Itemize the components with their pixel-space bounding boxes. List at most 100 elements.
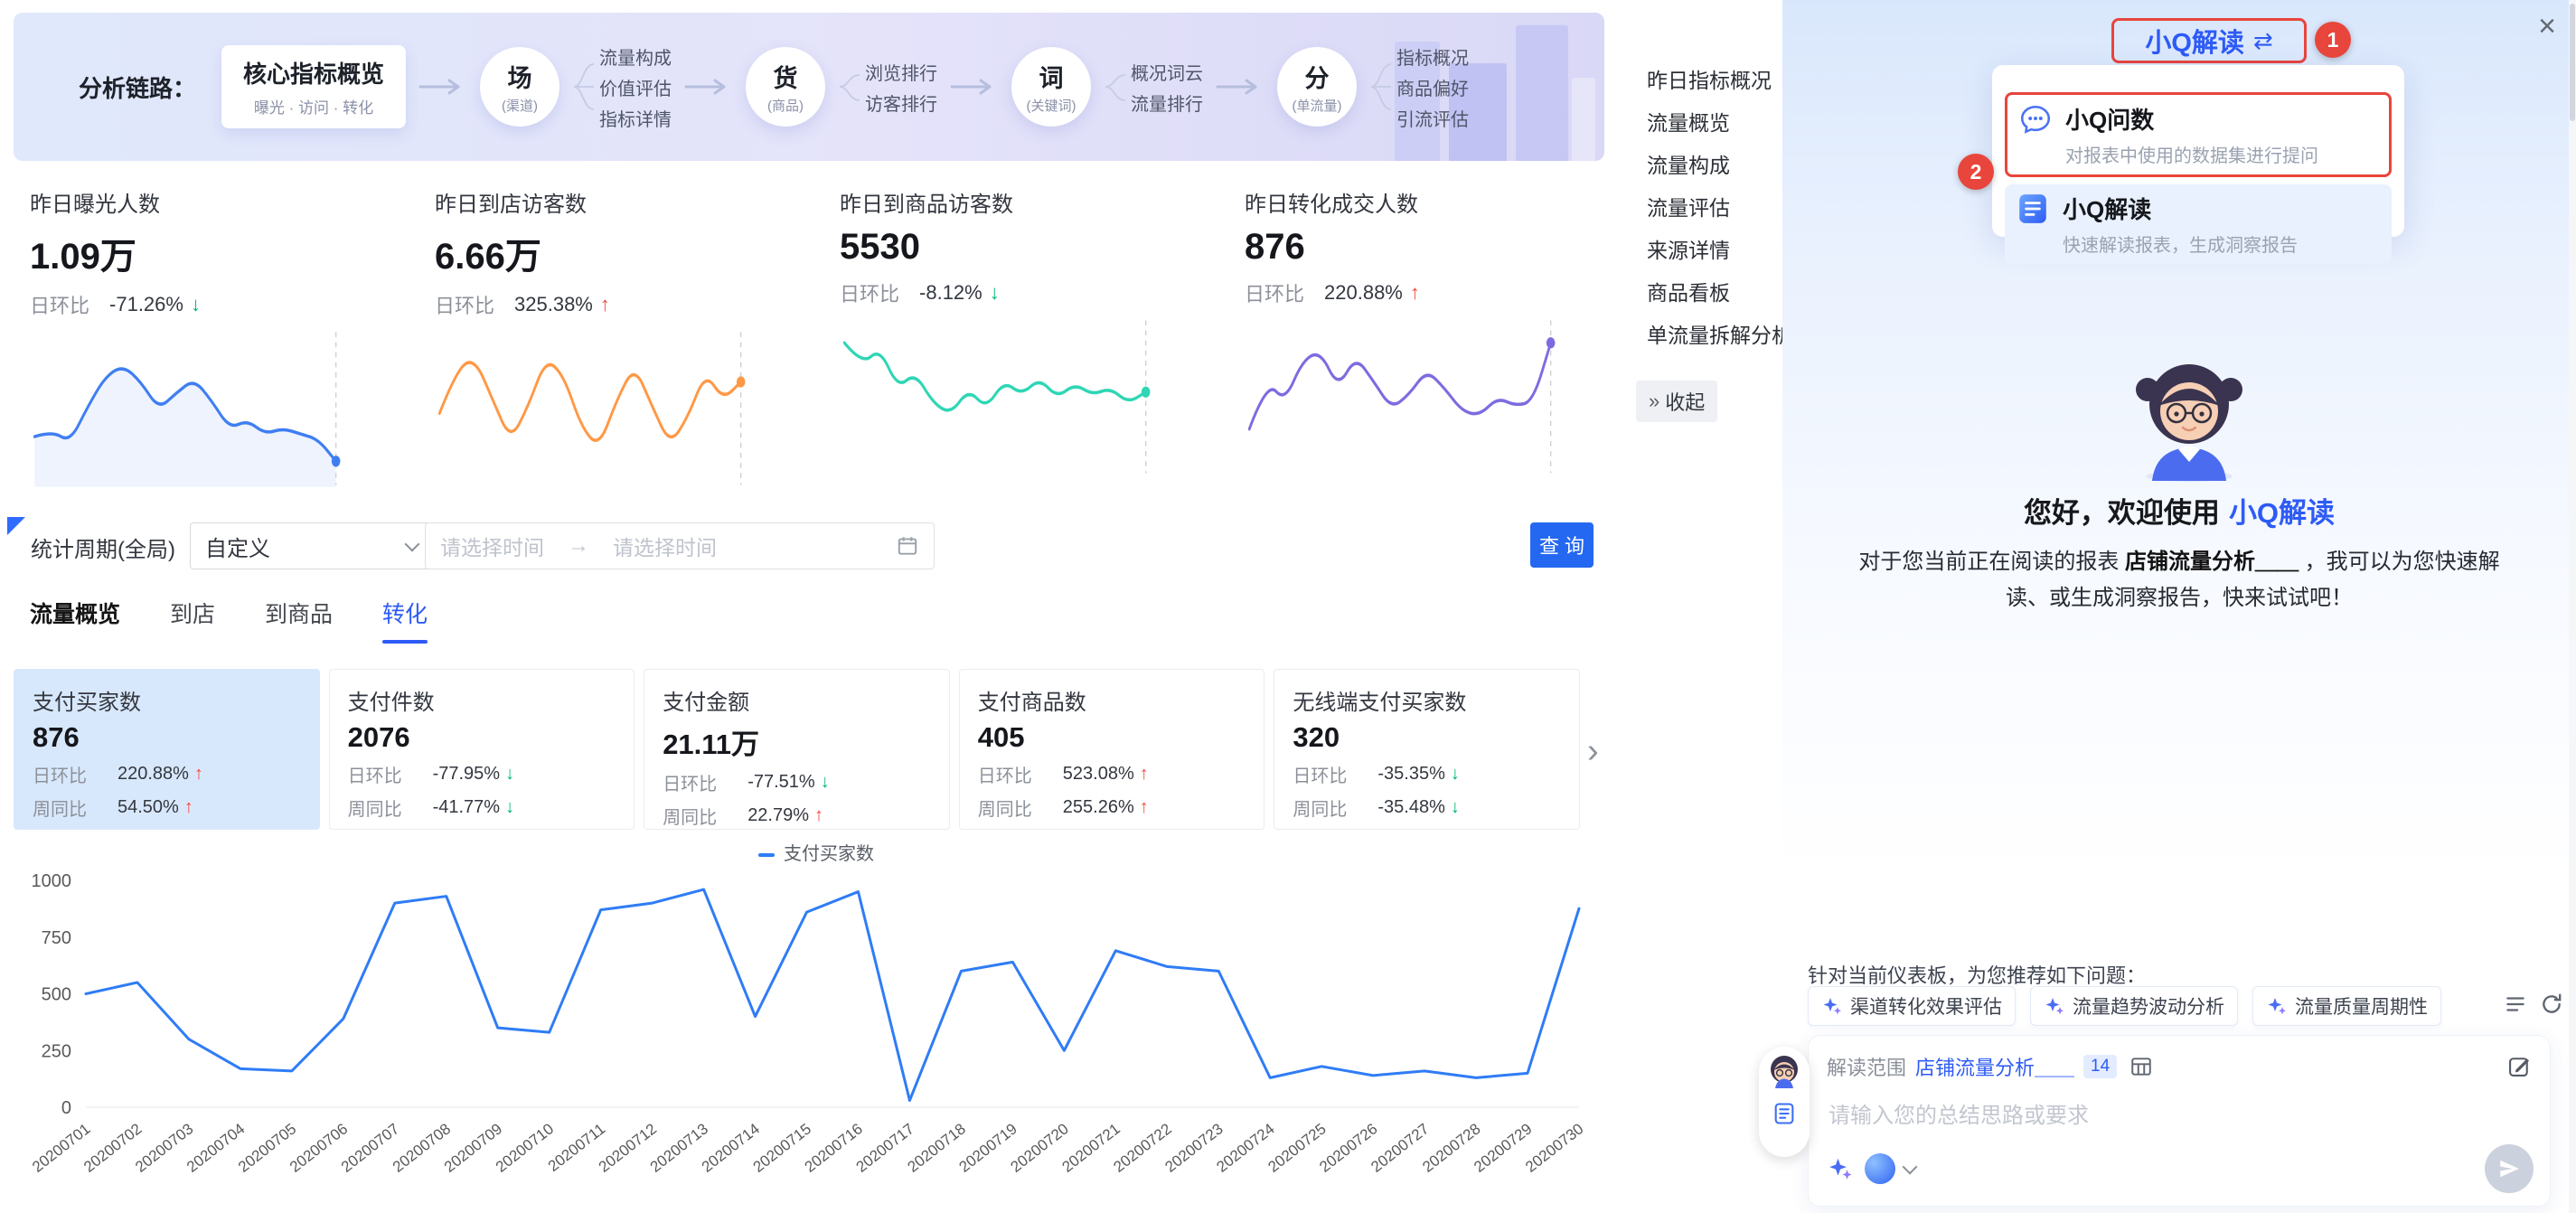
kpi-ratio-value: -8.12% [919, 281, 982, 305]
chevron-down-icon[interactable] [1903, 1160, 1918, 1175]
flow-node-sub: (关键词) [1027, 96, 1076, 115]
tab-conversion[interactable]: 转化 [382, 597, 428, 644]
scrollbar-thumb[interactable] [2570, 4, 2575, 121]
query-button[interactable]: 查 询 [1530, 522, 1594, 568]
kpi-value: 5530 [840, 227, 1192, 268]
nav-single-traffic-analysis[interactable]: 单流量拆解分析 [1647, 322, 1805, 364]
report-nav: 昨日指标概况流量概览流量构成流量评估来源详情商品看板单流量拆解分析 » 收起 [1647, 67, 1805, 422]
nav-source-details[interactable]: 来源详情 [1647, 237, 1805, 279]
period-select[interactable]: 自定义 [190, 522, 433, 569]
send-button[interactable] [2485, 1144, 2534, 1193]
chip-channel-conversion[interactable]: 渠道转化效果评估 [1808, 986, 2016, 1026]
flow-branch-item[interactable]: 引流评估 [1396, 105, 1469, 131]
metric-ratio-value: 54.50% [118, 797, 179, 818]
metric-value: 405 [978, 721, 1246, 754]
metric-pay-amount[interactable]: 支付金额21.11万日环比-77.51%↓周同比22.79%↑ [644, 669, 950, 830]
kpi-title: 昨日到商品访客数 [840, 186, 1192, 218]
assistant-float-widget[interactable] [1759, 1047, 1810, 1157]
nav-traffic-overview[interactable]: 流量概览 [1647, 109, 1805, 152]
flow-node-traffic[interactable]: 分(单流量) [1277, 47, 1357, 127]
flow-branch-item[interactable]: 价值评估 [599, 74, 672, 100]
flow-node-title: 场 [508, 59, 532, 94]
mini-report-icon[interactable] [1772, 1101, 1797, 1126]
intro-text: 对于您当前正在阅读的报表 店铺流量分析＿＿ ，我可以为您快速解读、或生成洞察报告… [1846, 544, 2513, 616]
nav-yesterday-metrics[interactable]: 昨日指标概况 [1647, 67, 1805, 109]
nav-list: 昨日指标概况流量概览流量构成流量评估来源详情商品看板单流量拆解分析 [1647, 67, 1805, 364]
assistant-mode-toggle[interactable]: 小Q解读 ⇄ [2111, 18, 2307, 63]
paper-plane-icon [2497, 1157, 2521, 1180]
metric-pay-products[interactable]: 支付商品数405日环比523.08%↑周同比255.26%↑ [959, 669, 1265, 830]
flow-branch-item[interactable]: 流量构成 [599, 43, 672, 70]
sparkle-icon [2044, 995, 2065, 1017]
svg-text:20200710: 20200710 [493, 1120, 557, 1176]
core-metrics-node[interactable]: 核心指标概览 曝光 · 访问 · 转化 [221, 45, 406, 128]
metric-ratio-label: 日环比 [663, 769, 742, 795]
kpi-ratio: 日环比220.88%↑ [1245, 278, 1597, 307]
collapse-button[interactable]: » 收起 [1636, 381, 1717, 422]
flow-arrow-icon [418, 77, 467, 97]
filter-bar: 统计周期(全局) 自定义 请选择时间 → 请选择时间 查 询 [0, 519, 1625, 571]
analysis-chain-flow: 分析链路： 核心指标概览 曝光 · 访问 · 转化 场(渠道)流量构成价值评估指… [14, 13, 1604, 161]
flow-branch-item[interactable]: 指标概况 [1396, 43, 1469, 70]
chart-legend: 支付买家数 [30, 839, 1603, 865]
metric-scroll-next-button[interactable]: › [1587, 734, 1599, 768]
payment-buyers-line-chart: 0250500750100020200701202007022020070320… [30, 868, 1603, 1180]
close-icon[interactable]: × [2538, 9, 2556, 44]
trend-arrow-icon: ↓ [505, 764, 514, 785]
suggestions-label: 针对当前仪表板，为您推荐如下问题： [1808, 960, 2146, 989]
chip-traffic-trend[interactable]: 流量趋势波动分析 [2030, 986, 2238, 1026]
trend-arrow-icon: ↑ [194, 764, 203, 785]
scope-report-link[interactable]: 店铺流量分析＿＿ [1915, 1052, 2074, 1081]
metric-value: 2076 [348, 721, 616, 754]
flow-branch-item[interactable]: 流量排行 [1131, 89, 1203, 116]
menu-item-title: 小Q问数 [2065, 102, 2318, 136]
menu-item-qa[interactable]: 小Q问数 对报表中使用的数据集进行提问 [2005, 92, 2392, 177]
date-end-input[interactable]: 请选择时间 [613, 531, 717, 561]
metric-pay-buyers[interactable]: 支付买家数876日环比220.88%↑周同比54.50%↑ [14, 669, 320, 830]
flow-branch-item[interactable]: 访客排行 [865, 89, 937, 116]
nav-product-board[interactable]: 商品看板 [1647, 279, 1805, 322]
period-select-value: 自定义 [205, 531, 270, 562]
list-icon[interactable] [2504, 992, 2527, 1016]
branch-connector-icon [1369, 53, 1393, 120]
nav-traffic-evaluation[interactable]: 流量评估 [1647, 194, 1805, 237]
metric-card-row: 支付买家数876日环比220.88%↑周同比54.50%↑支付件数2076日环比… [14, 669, 1580, 830]
flow-node-channel[interactable]: 场(渠道) [480, 47, 559, 127]
flow-branch-item[interactable]: 指标详情 [599, 105, 672, 131]
flow-branches: 浏览排行访客排行 [838, 53, 937, 120]
metric-wireless-pay-buyers[interactable]: 无线端支付买家数320日环比-35.35%↓周同比-35.48%↓ [1274, 669, 1580, 830]
metric-ratio-label: 日环比 [978, 761, 1058, 787]
metric-ratio-label: 日环比 [33, 761, 112, 787]
dataset-grid-icon[interactable] [2129, 1055, 2153, 1078]
scope-label: 解读范围 [1827, 1052, 1906, 1081]
metric-title: 支付商品数 [978, 684, 1246, 716]
flow-branch-item[interactable]: 商品偏好 [1396, 74, 1469, 100]
date-start-input[interactable]: 请选择时间 [440, 531, 544, 561]
prompt-input[interactable] [1827, 1103, 2465, 1130]
chip-traffic-quality[interactable]: 流量质量周期性 [2252, 986, 2441, 1026]
kpi-value: 1.09万 [30, 227, 382, 279]
flow-node-product[interactable]: 货(商品) [746, 47, 825, 127]
flow-branch-item[interactable]: 概况词云 [1131, 59, 1203, 85]
trend-arrow-icon: ↑ [184, 797, 193, 818]
double-chevron-icon: » [1649, 390, 1659, 413]
tab-to-store[interactable]: 到店 [170, 597, 215, 644]
tab-traffic-overview[interactable]: 流量概览 [30, 597, 120, 644]
refresh-icon[interactable] [2540, 992, 2563, 1016]
menu-item-interpret[interactable]: 小Q解读 快速解读报表，生成洞察报告 [2005, 184, 2392, 264]
flow-node-sub: (单流量) [1293, 96, 1342, 115]
flow-branches: 流量构成价值评估指标详情 [572, 43, 672, 131]
metric-pay-items[interactable]: 支付件数2076日环比-77.95%↓周同比-41.77%↓ [329, 669, 635, 830]
flow-branch-item[interactable]: 浏览排行 [865, 59, 937, 85]
calendar-icon [896, 534, 919, 558]
flow-node-keyword[interactable]: 词(关键词) [1011, 47, 1091, 127]
analysis-chain-label: 分析链路： [79, 71, 196, 104]
page-scrollbar[interactable] [2569, 0, 2576, 1213]
metric-ratio-row: 周同比54.50%↑ [33, 795, 301, 821]
nav-traffic-composition[interactable]: 流量构成 [1647, 152, 1805, 194]
magic-wand-icon[interactable] [1827, 1155, 1854, 1182]
model-selector-icon[interactable] [1865, 1153, 1895, 1184]
tab-to-product[interactable]: 到商品 [265, 597, 333, 644]
compose-icon[interactable] [2506, 1054, 2532, 1079]
date-range-picker[interactable]: 请选择时间 → 请选择时间 [425, 522, 935, 569]
